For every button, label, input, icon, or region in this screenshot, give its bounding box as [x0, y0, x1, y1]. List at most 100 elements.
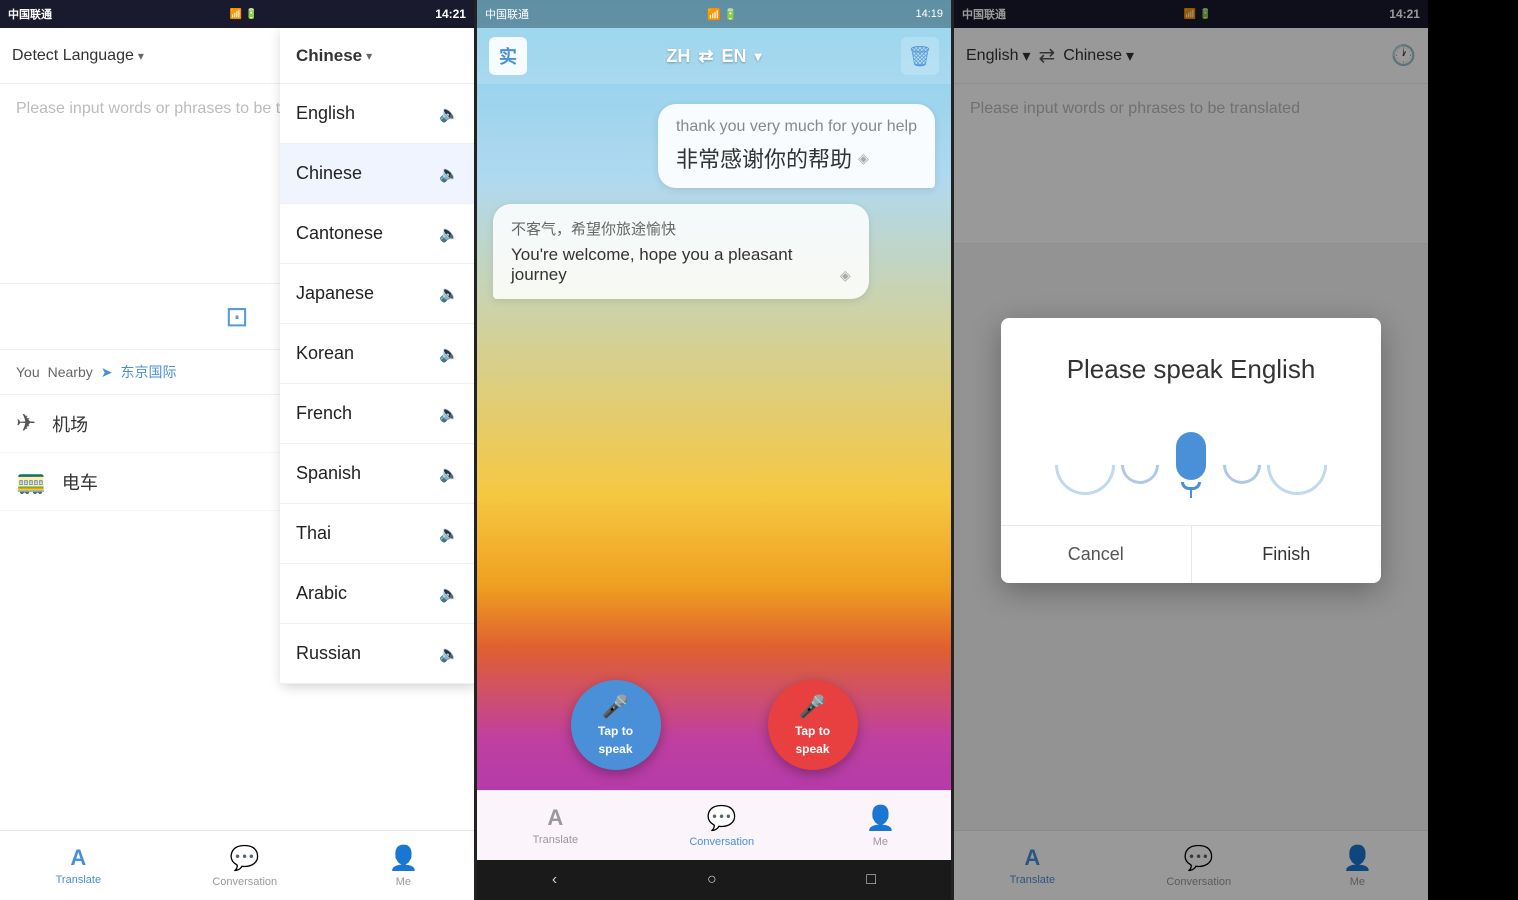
lang-from: ZH	[666, 46, 690, 67]
speaker-icon-thai: 🔈	[439, 524, 459, 544]
translate-icon-2: A	[547, 805, 563, 831]
carrier-1: 中国联通	[8, 6, 52, 22]
status-bar-1: 中国联通 📶 🔋 14:21	[0, 0, 474, 28]
lang-option-cantonese[interactable]: Cantonese 🔈	[280, 204, 474, 264]
speak-dialog-overlay: Please speak English	[954, 0, 1428, 900]
lang-name-spanish: Spanish	[296, 463, 361, 484]
nav-me-label-2: Me	[873, 836, 888, 848]
bottom-nav-2: A Translate 💬 Conversation 👤 Me	[477, 790, 951, 860]
language-pair: ZH ⇄ EN ▾	[666, 46, 761, 67]
bubble-right-thanks: thank you very much for your help 非常感谢你的…	[658, 104, 935, 188]
bubble-right-en: thank you very much for your help	[676, 118, 917, 136]
recents-button[interactable]: □	[866, 871, 876, 889]
me-icon-2: 👤	[865, 804, 895, 833]
tap-to-speak-label-en2: speak	[795, 742, 829, 756]
dropdown-header: Chinese ▾	[280, 28, 474, 84]
lang-name-arabic: Arabic	[296, 583, 347, 604]
bubble-left-en: You're welcome, hope you a pleasant jour…	[511, 245, 851, 285]
navigation-icon: ➤	[101, 364, 113, 381]
train-text: 电车	[62, 469, 98, 495]
tap-to-speak-button-en[interactable]: 🎤 Tap to speak	[768, 680, 858, 770]
nav-translate-2[interactable]: A Translate	[533, 805, 578, 846]
bottom-nav-1: A Translate 💬 Conversation 👤 Me	[0, 830, 474, 900]
speaker-icon-korean: 🔈	[439, 344, 459, 364]
tap-to-speak-label-en: Tap to	[795, 724, 830, 738]
speak-dialog: Please speak English	[1001, 318, 1381, 583]
nav-translate-label-2: Translate	[533, 834, 578, 846]
sound-icon-right[interactable]: ◈	[858, 150, 869, 167]
bubble-right-zh: 非常感谢你的帮助 ◈	[676, 142, 917, 174]
mic-icon-red: 🎤	[799, 694, 826, 720]
signal-icons-1: 📶 🔋	[230, 9, 258, 20]
tap-to-speak-label-zh2: speak	[598, 742, 632, 756]
you-label: You	[16, 364, 40, 380]
lang-option-thai[interactable]: Thai 🔈	[280, 504, 474, 564]
lang-name-chinese: Chinese	[296, 163, 362, 184]
location-name: 东京国际	[121, 362, 177, 382]
lang-name-french: French	[296, 403, 352, 424]
zh-text-thanks: 非常感谢你的帮助	[676, 142, 852, 174]
lang-option-arabic[interactable]: Arabic 🔈	[280, 564, 474, 624]
back-button[interactable]: ‹	[552, 871, 557, 889]
detect-language-button[interactable]: Detect Language ▾	[12, 47, 144, 65]
delete-conversation-button[interactable]: 🗑	[901, 37, 939, 75]
dialog-actions: Cancel Finish	[1001, 525, 1381, 583]
lang-name-russian: Russian	[296, 643, 361, 664]
nav-me-2[interactable]: 👤 Me	[865, 804, 895, 848]
wave-arc-right-small	[1215, 438, 1269, 492]
bubble-left-zh: 不客气，希望你旅途愉快	[511, 218, 851, 239]
time-1: 14:21	[435, 7, 466, 21]
mic-body	[1176, 432, 1206, 480]
conversation-top-bar: 实 ZH ⇄ EN ▾ 🗑	[477, 28, 951, 84]
lang-to: EN	[722, 46, 747, 67]
finish-button[interactable]: Finish	[1192, 526, 1382, 583]
lang-option-spanish[interactable]: Spanish 🔈	[280, 444, 474, 504]
selected-language: Chinese	[296, 46, 362, 66]
tap-to-speak-button-zh[interactable]: 🎤 Tap to speak	[571, 680, 661, 770]
train-icon: 🚃	[16, 467, 46, 496]
nav-conversation-label-2: Conversation	[689, 836, 754, 848]
nav-conversation-1[interactable]: 💬 Conversation	[212, 844, 277, 888]
speaker-icon-chinese: 🔈	[439, 164, 459, 184]
tap-to-speak-label-zh: Tap to	[598, 724, 633, 738]
nav-me-1[interactable]: 👤 Me	[388, 844, 418, 888]
camera-icon[interactable]: ⊡	[225, 300, 248, 333]
screen1-translate: 中国联通 📶 🔋 14:21 Detect Language ▾ ⇄ Pleas…	[0, 0, 474, 900]
bubble-left-welcome: 不客气，希望你旅途愉快 You're welcome, hope you a p…	[493, 204, 869, 299]
mic-wave-left	[1055, 435, 1159, 495]
speaker-icon-french: 🔈	[439, 404, 459, 424]
wave-arc-left-large	[1043, 422, 1128, 507]
icon-label: 实	[499, 43, 517, 69]
conversation-icon-2: 💬	[707, 804, 737, 833]
dialog-title: Please speak English	[1001, 318, 1381, 405]
lang-name-english: English	[296, 103, 355, 124]
lang-option-english[interactable]: English 🔈	[280, 84, 474, 144]
speaker-icon-arabic: 🔈	[439, 584, 459, 604]
nav-me-label-1: Me	[396, 876, 411, 888]
wave-arc-left-small	[1113, 438, 1167, 492]
translate-icon-1: A	[70, 845, 86, 871]
android-nav-bar: ‹ ○ □	[477, 860, 951, 900]
lang-option-korean[interactable]: Korean 🔈	[280, 324, 474, 384]
me-icon-1: 👤	[388, 844, 418, 873]
time-2: 14:19	[915, 8, 943, 20]
status-bar-2: 中国联通 📶 🔋 14:19	[477, 0, 951, 28]
nav-conversation-2[interactable]: 💬 Conversation	[689, 804, 754, 848]
home-button[interactable]: ○	[707, 871, 717, 889]
speaker-icon-cantonese: 🔈	[439, 224, 459, 244]
dropdown-chevron-icon: ▾	[366, 49, 372, 63]
sound-icon-left[interactable]: ◈	[840, 267, 851, 284]
lang-name-korean: Korean	[296, 343, 354, 364]
nearby-label: Nearby	[48, 364, 93, 380]
lang-option-french[interactable]: French 🔈	[280, 384, 474, 444]
cancel-button[interactable]: Cancel	[1001, 526, 1192, 583]
nav-translate-1[interactable]: A Translate	[56, 845, 101, 886]
swap-arrows-icon: ⇄	[698, 46, 713, 67]
real-translate-icon[interactable]: 实	[489, 37, 527, 75]
signal-2: 📶 🔋	[707, 8, 737, 21]
lang-option-chinese[interactable]: Chinese 🔈	[280, 144, 474, 204]
lang-option-russian[interactable]: Russian 🔈	[280, 624, 474, 684]
mic-wave-right	[1223, 435, 1327, 495]
screen2-conversation: 中国联通 📶 🔋 14:19 实 ZH ⇄ EN ▾ 🗑 thank you v…	[477, 0, 951, 900]
lang-option-japanese[interactable]: Japanese 🔈	[280, 264, 474, 324]
